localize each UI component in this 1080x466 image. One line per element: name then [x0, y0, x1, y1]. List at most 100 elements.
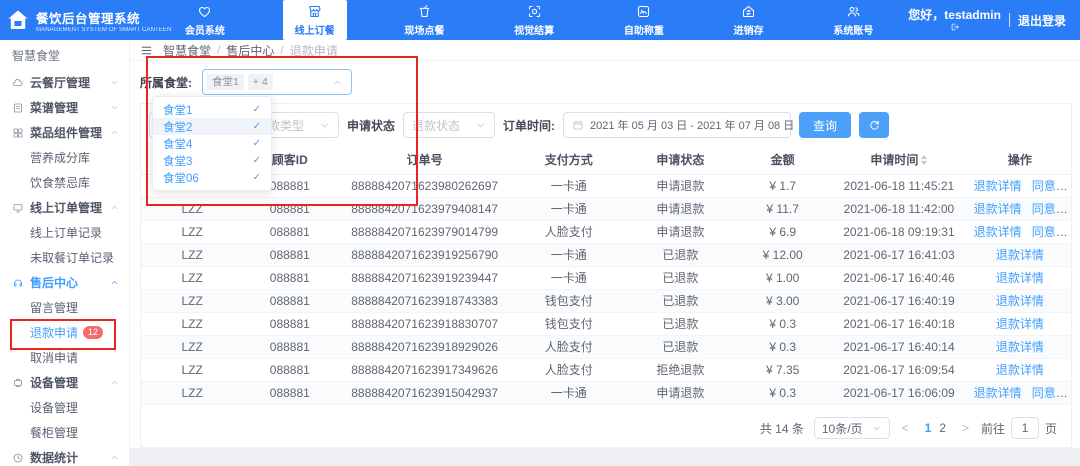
chevron-up-icon — [110, 203, 119, 212]
actions-cell: 退款详情 — [969, 289, 1071, 312]
refund-table: 申请人顾客ID订单号支付方式申请状态金额申请时间操作 LZZ0888818888… — [141, 146, 1071, 405]
canteen-option[interactable]: 食堂1✓ — [153, 101, 271, 118]
sidebar-item-refund-request[interactable]: 退款申请12 — [0, 320, 129, 345]
apply-time-cell: 2021-06-17 16:06:09 — [829, 381, 969, 404]
nav-onsite-order[interactable]: 现场点餐 — [392, 0, 456, 40]
exit-mini-icon[interactable] — [950, 22, 960, 32]
sidebar-item-label: 设备管理 — [30, 399, 78, 416]
system-account-icon — [846, 4, 861, 19]
breadcrumb-item[interactable]: 售后中心 — [226, 42, 274, 59]
canteen-option-label: 食堂1 — [163, 102, 192, 118]
apply-status-select[interactable]: 退款状态 — [403, 112, 495, 138]
detail-link[interactable]: 退款详情 — [974, 179, 1022, 193]
canteen-option[interactable]: 食堂06✓ — [153, 169, 271, 186]
chevron-down-icon — [871, 423, 882, 434]
apply-time-cell: 2021-06-17 16:40:46 — [829, 266, 969, 289]
canteen-option-label: 食堂2 — [163, 119, 192, 135]
sort-carets-icon[interactable] — [921, 155, 927, 165]
sidebar-group-data-statistics[interactable]: 数据统计 — [0, 445, 129, 466]
detail-link[interactable]: 退款详情 — [996, 363, 1044, 377]
canteen-option[interactable]: 食堂2✓ — [153, 118, 271, 135]
sidebar-item[interactable]: 未取餐订单记录 — [0, 245, 129, 270]
canteen-option[interactable]: 食堂4✓ — [153, 135, 271, 152]
detail-link[interactable]: 退款详情 — [996, 271, 1044, 285]
detail-link[interactable]: 退款详情 — [974, 386, 1022, 400]
amount-cell: ¥ 1.7 — [736, 174, 829, 197]
sidebar-group-dish-component[interactable]: 菜品组件管理 — [0, 120, 129, 145]
actions-cell: 退款详情 — [969, 312, 1071, 335]
approve-link[interactable]: 同意 — [1032, 225, 1056, 239]
breadcrumb-separator: / — [280, 43, 283, 57]
sidebar-group-device-mgmt[interactable]: 设备管理 — [0, 370, 129, 395]
logout-button[interactable]: 退出登录 — [1018, 12, 1066, 29]
sidebar-group-label: 数据统计 — [30, 449, 78, 466]
canteen-filter-row: 所属食堂: 食堂1 + 4 — [130, 61, 1080, 103]
page-size-select[interactable]: 10条/页 — [814, 417, 890, 439]
refresh-button[interactable] — [859, 112, 889, 138]
breadcrumb-bar: 智慧食堂/售后中心/退款申请 — [130, 40, 1080, 61]
detail-link[interactable]: 退款详情 — [996, 340, 1044, 354]
sidebar-item[interactable]: 饮食禁忌库 — [0, 170, 129, 195]
nav-inventory[interactable]: 进销存 — [722, 0, 776, 40]
sidebar-app-name: 智慧食堂 — [0, 40, 129, 70]
sidebar-item[interactable]: 餐柜管理 — [0, 420, 129, 445]
sidebar-group-recipe[interactable]: 菜谱管理 — [0, 95, 129, 120]
chevron-down-icon — [475, 120, 486, 131]
column-label: 金额 — [771, 151, 795, 168]
actions-cell: 退款详情 — [969, 358, 1071, 381]
detail-link[interactable]: 退款详情 — [996, 248, 1044, 262]
status-cell: 已退款 — [625, 312, 737, 335]
app-brand: 餐饮后台管理系统 MANAGEMENT SYSTEM OF SMART CANT… — [0, 0, 150, 40]
sidebar-item[interactable]: 留言管理 — [0, 295, 129, 320]
next-page-button[interactable]: > — [960, 421, 971, 435]
detail-link[interactable]: 退款详情 — [974, 202, 1022, 216]
canteen-multiselect[interactable]: 食堂1 + 4 — [202, 69, 352, 95]
order-no-cell: 8888842071623918830707 — [336, 312, 513, 335]
page-size-value: 10条/页 — [822, 420, 863, 437]
nav-visual-settlement[interactable]: 视觉结算 — [502, 0, 566, 40]
approve-link[interactable]: 同意 — [1032, 386, 1056, 400]
sidebar-item[interactable]: 取消申请 — [0, 345, 129, 370]
nav-system-account[interactable]: 系统账号 — [821, 0, 885, 40]
collapse-sidebar-icon[interactable] — [140, 44, 153, 57]
nav-online-order[interactable]: 线上订餐 — [283, 0, 347, 40]
pay-method-cell: 人脸支付 — [513, 220, 625, 243]
detail-link[interactable]: 退款详情 — [974, 225, 1022, 239]
detail-link[interactable]: 退款详情 — [996, 317, 1044, 331]
approve-link[interactable]: 同意 — [1032, 202, 1056, 216]
search-button[interactable]: 查询 — [799, 112, 851, 138]
nav-label: 视觉结算 — [514, 22, 554, 37]
apply-time-cell: 2021-06-17 16:41:03 — [829, 243, 969, 266]
status-cell: 已退款 — [625, 266, 737, 289]
sidebar-item[interactable]: 营养成分库 — [0, 145, 129, 170]
apply-status-label: 申请状态 — [347, 117, 395, 134]
table-row: LZZ0888818888842071623918929026人脸支付已退款¥ … — [141, 335, 1071, 358]
customer-id-cell: 088881 — [243, 220, 336, 243]
nav-member[interactable]: 会员系统 — [173, 0, 237, 40]
page-2-button[interactable]: 2 — [935, 421, 950, 435]
order-time-range-picker[interactable]: 2021 年 05 月 03 日 - 2021 年 07 月 08 日 — [563, 112, 791, 138]
page-1-button[interactable]: 1 — [921, 421, 936, 435]
canteen-dropdown: 食堂1✓食堂2✓食堂4✓食堂3✓食堂06✓ — [152, 96, 272, 191]
detail-link[interactable]: 退款详情 — [996, 294, 1044, 308]
applicant-cell: LZZ — [141, 358, 243, 381]
visual-settlement-icon — [527, 4, 542, 19]
approve-link[interactable]: 同意 — [1032, 179, 1056, 193]
sidebar-item[interactable]: 设备管理 — [0, 395, 129, 420]
table-row: LZZ0888818888842071623979408147一卡通申请退款¥ … — [141, 197, 1071, 220]
pay-method-cell: 一卡通 — [513, 197, 625, 220]
data-statistics-icon — [12, 452, 24, 464]
check-icon: ✓ — [253, 155, 261, 166]
page-jump-input[interactable] — [1011, 417, 1039, 439]
pay-method-cell: 一卡通 — [513, 266, 625, 289]
canteen-option-label: 食堂4 — [163, 136, 192, 152]
sidebar-group-after-sales[interactable]: 售后中心 — [0, 270, 129, 295]
breadcrumb-item[interactable]: 智慧食堂 — [163, 42, 211, 59]
canteen-option[interactable]: 食堂3✓ — [153, 152, 271, 169]
chevron-down-icon — [319, 120, 330, 131]
sidebar-group-online-order-mgmt[interactable]: 线上订单管理 — [0, 195, 129, 220]
sidebar-item[interactable]: 线上订单记录 — [0, 220, 129, 245]
prev-page-button[interactable]: < — [900, 421, 911, 435]
nav-self-weighing[interactable]: 自助称重 — [612, 0, 676, 40]
sidebar-group-cloud-restaurant[interactable]: 云餐厅管理 — [0, 70, 129, 95]
